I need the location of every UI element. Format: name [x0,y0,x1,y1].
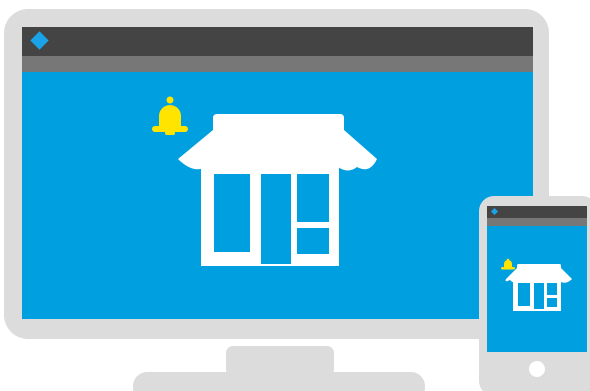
desktop-title-bar [22,27,533,56]
phone-tool-bar [487,218,587,226]
smartphone [479,196,590,391]
phone-title-bar [487,206,587,218]
monitor-stand-base [133,372,425,391]
monitor-stand-neck [226,346,334,376]
phone-home-button [529,361,545,377]
desktop-monitor [4,9,549,391]
desktop-tool-bar [22,56,533,72]
responsive-devices-illustration [4,9,590,391]
